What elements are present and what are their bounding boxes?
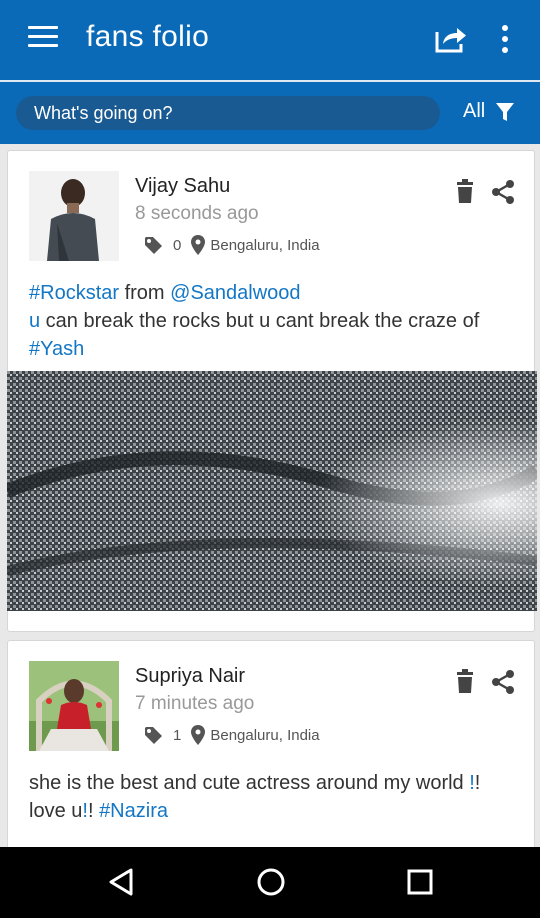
post-photo[interactable]	[7, 371, 537, 611]
location: Bengaluru, India	[210, 726, 320, 744]
delete-icon[interactable]	[454, 669, 476, 695]
post-meta: 0 Bengaluru, India	[143, 235, 320, 255]
recents-icon[interactable]	[406, 868, 434, 896]
post-meta: 1 Bengaluru, India	[143, 725, 320, 745]
text-fragment: she is the best and cute actress around …	[29, 772, 470, 794]
filter-icon	[496, 102, 515, 121]
hashtag-link[interactable]: #Nazira	[99, 800, 168, 822]
filter-button[interactable]: All	[463, 100, 515, 123]
post-time: 7 minutes ago	[135, 693, 255, 714]
system-nav-bar	[0, 847, 540, 918]
share-icon[interactable]	[490, 669, 516, 695]
share-icon[interactable]	[490, 179, 516, 205]
user-link[interactable]: u	[29, 310, 40, 332]
tag-icon	[145, 237, 162, 254]
author-name[interactable]: Vijay Sahu	[135, 175, 230, 198]
location-pin-icon	[191, 725, 206, 745]
tag-count: 1	[173, 726, 182, 744]
home-icon[interactable]	[256, 867, 286, 897]
filter-label: All	[463, 100, 486, 122]
post-card: Vijay Sahu 8 seconds ago 0 Bengaluru, In…	[7, 150, 537, 632]
post-text: #Rockstar from @Sandalwood u can break t…	[29, 279, 519, 363]
author-name[interactable]: Supriya Nair	[135, 665, 245, 688]
post-text: she is the best and cute actress around …	[29, 769, 519, 825]
search-bar: What's going on? All	[0, 82, 540, 144]
mention-link[interactable]: @Sandalwood	[170, 282, 300, 304]
feed: Vijay Sahu 8 seconds ago 0 Bengaluru, In…	[0, 144, 540, 847]
delete-icon[interactable]	[454, 179, 476, 205]
text-fragment: from	[119, 282, 171, 304]
search-input[interactable]: What's going on?	[16, 96, 440, 130]
more-options-icon[interactable]	[494, 22, 516, 56]
app-bar: fans folio	[0, 0, 540, 80]
back-icon[interactable]	[106, 867, 136, 897]
menu-icon[interactable]	[28, 26, 58, 54]
text-fragment: can break the rocks but u cant break the…	[40, 310, 480, 332]
app-title: fans folio	[86, 20, 210, 53]
avatar[interactable]	[29, 661, 119, 751]
location: Bengaluru, India	[210, 236, 320, 254]
hashtag-link[interactable]: #Rockstar	[29, 282, 119, 304]
text-fragment: !	[87, 800, 100, 822]
location-pin-icon	[191, 235, 206, 255]
post-card: Supriya Nair 7 minutes ago 1 Bengaluru, …	[7, 640, 535, 847]
post-time: 8 seconds ago	[135, 203, 259, 224]
tag-icon	[145, 727, 162, 744]
tag-count: 0	[173, 236, 182, 254]
avatar[interactable]	[29, 171, 119, 261]
share-export-icon[interactable]	[434, 22, 468, 56]
hashtag-link[interactable]: #Yash	[29, 338, 84, 360]
